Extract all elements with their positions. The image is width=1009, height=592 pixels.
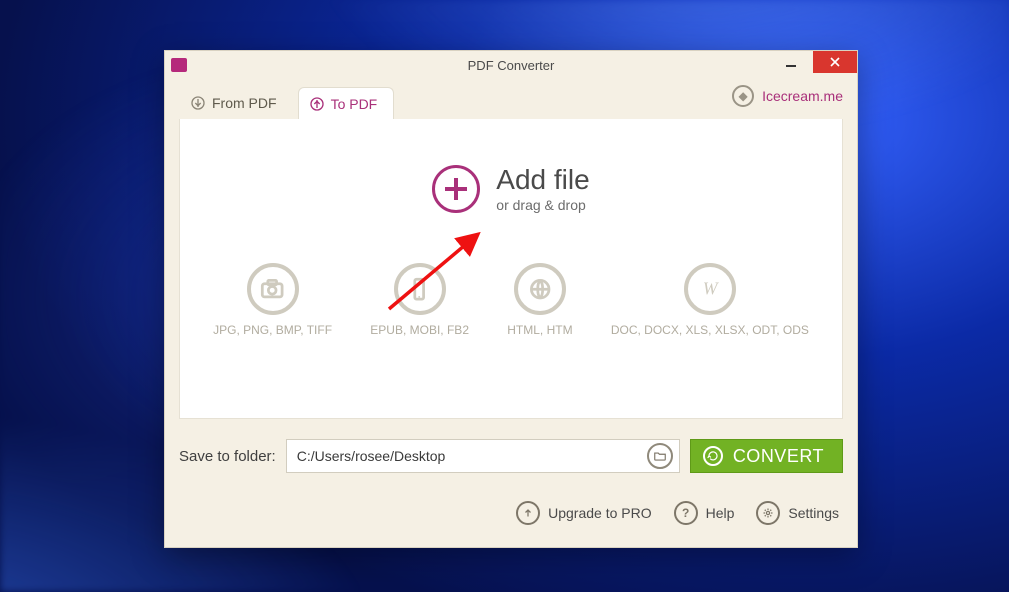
plus-icon	[432, 165, 480, 213]
help-button[interactable]: ? Help	[674, 501, 735, 525]
tab-from-pdf[interactable]: From PDF	[179, 86, 294, 119]
settings-label: Settings	[788, 505, 839, 521]
type-label: DOC, DOCX, XLS, XLSX, ODT, ODS	[611, 323, 809, 337]
close-icon	[830, 57, 840, 67]
tabs-row: From PDF To PDF ◆ Icecream.me	[165, 79, 857, 119]
title-bar: PDF Converter	[165, 51, 857, 79]
save-label: Save to folder:	[179, 448, 276, 465]
tab-to-pdf[interactable]: To PDF	[298, 87, 395, 120]
type-doc[interactable]: W DOC, DOCX, XLS, XLSX, ODT, ODS	[611, 263, 809, 337]
save-path: C:/Users/rosee/Desktop	[297, 448, 647, 464]
app-icon	[171, 58, 187, 72]
type-web[interactable]: HTML, HTM	[507, 263, 572, 337]
add-file-title: Add file	[496, 165, 589, 194]
add-file-button[interactable]: Add file or drag & drop	[432, 165, 589, 213]
help-label: Help	[706, 505, 735, 521]
type-ebook[interactable]: EPUB, MOBI, FB2	[370, 263, 469, 337]
convert-label: CONVERT	[733, 446, 824, 467]
save-path-field[interactable]: C:/Users/rosee/Desktop	[286, 439, 680, 473]
browse-button[interactable]	[647, 443, 673, 469]
help-icon: ?	[674, 501, 698, 525]
upgrade-label: Upgrade to PRO	[548, 505, 652, 521]
globe-icon	[514, 263, 566, 315]
brand-link[interactable]: ◆ Icecream.me	[732, 85, 843, 107]
pdf-out-icon	[190, 95, 206, 111]
tab-label: To PDF	[331, 96, 378, 112]
upgrade-button[interactable]: Upgrade to PRO	[516, 501, 652, 525]
folder-icon	[653, 449, 667, 463]
upgrade-icon	[516, 501, 540, 525]
camera-icon	[247, 263, 299, 315]
type-label: JPG, PNG, BMP, TIFF	[213, 323, 332, 337]
type-image[interactable]: JPG, PNG, BMP, TIFF	[213, 263, 332, 337]
type-label: HTML, HTM	[507, 323, 572, 337]
brand-icon: ◆	[732, 85, 754, 107]
footer-row: Upgrade to PRO ? Help Settings	[183, 501, 839, 525]
doc-icon: W	[684, 263, 736, 315]
file-types-row: JPG, PNG, BMP, TIFF EPUB, MOBI, FB2 HTML…	[180, 263, 842, 355]
minimize-icon	[786, 65, 796, 67]
settings-button[interactable]: Settings	[756, 501, 839, 525]
app-window: PDF Converter From PDF To PDF ◆ Icecream…	[164, 50, 858, 548]
type-label: EPUB, MOBI, FB2	[370, 323, 469, 337]
drop-zone[interactable]: Add file or drag & drop JPG, PNG, BMP, T…	[179, 119, 843, 419]
close-button[interactable]	[813, 51, 857, 73]
brand-label: Icecream.me	[762, 88, 843, 104]
gear-icon	[756, 501, 780, 525]
tab-label: From PDF	[212, 95, 277, 111]
pdf-in-icon	[309, 96, 325, 112]
window-title: PDF Converter	[165, 58, 857, 73]
add-file-subtitle: or drag & drop	[496, 197, 589, 213]
phone-icon	[394, 263, 446, 315]
save-row: Save to folder: C:/Users/rosee/Desktop C…	[179, 439, 843, 473]
add-file-text: Add file or drag & drop	[496, 165, 589, 212]
svg-text:W: W	[703, 278, 719, 298]
window-buttons	[769, 51, 857, 73]
convert-icon	[703, 446, 723, 466]
minimize-button[interactable]	[769, 51, 813, 73]
convert-button[interactable]: CONVERT	[690, 439, 843, 473]
